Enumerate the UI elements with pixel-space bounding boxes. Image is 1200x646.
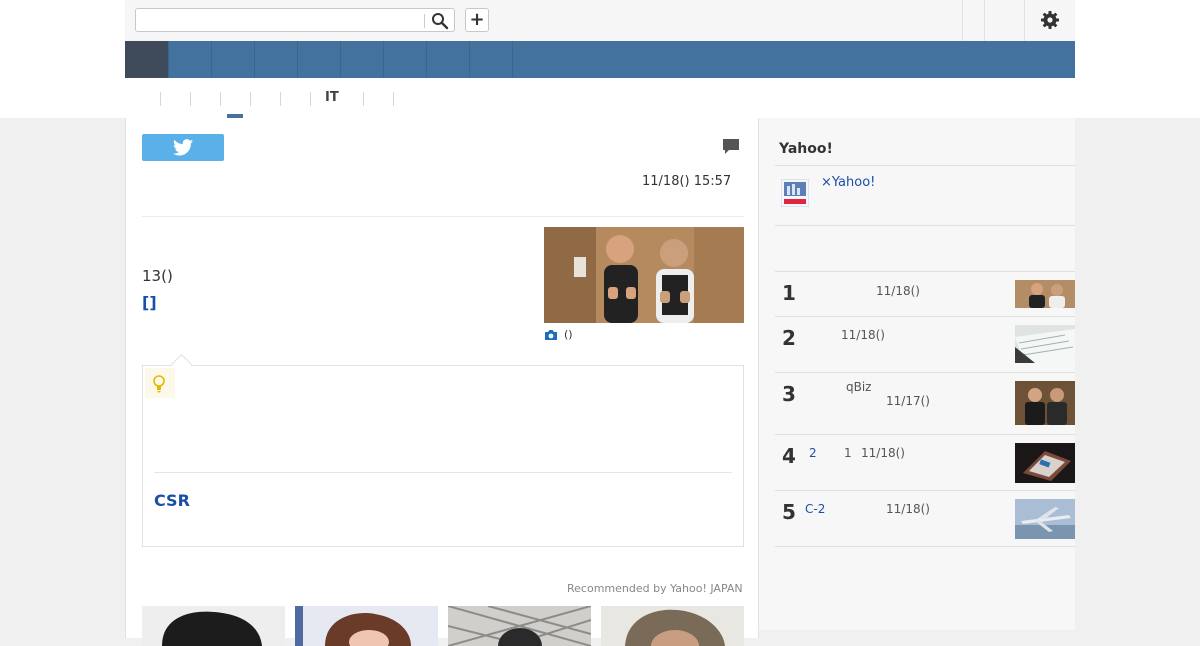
search-input[interactable]: [140, 11, 424, 31]
subnav-divider: [363, 92, 364, 106]
tweet-button[interactable]: [142, 134, 224, 161]
article-date: 11/18() 15:57: [642, 174, 732, 189]
promo-link[interactable]: ×Yahoo!: [821, 175, 875, 190]
ranking-title: 2: [809, 446, 817, 460]
ranking-item[interactable]: 1 11/18(): [775, 271, 1075, 316]
divider: [154, 472, 732, 473]
recommended-thumbnail[interactable]: [142, 606, 285, 646]
camera-icon: [545, 330, 557, 340]
recommended-thumbnail[interactable]: [448, 606, 591, 646]
twitter-icon: [173, 139, 193, 156]
ranking-item[interactable]: 2 11/18(): [775, 316, 1075, 372]
subnav-divider: [220, 92, 221, 106]
ranking-date: 11/18(): [861, 446, 905, 460]
lightbulb-icon: [145, 368, 175, 398]
photo-caption[interactable]: (): [544, 328, 573, 341]
ranking-thumbnail: [1015, 280, 1075, 308]
nav-item-4[interactable]: [254, 41, 298, 78]
divider: [775, 165, 1075, 166]
tip-box: CSR: [142, 365, 744, 547]
ranking-number: 2: [782, 326, 796, 350]
sidebar: Yahoo! ×Yahoo! 1 11/18() 2 11/18() 3 qBi…: [759, 118, 1075, 630]
article-paragraph: 13(): [142, 267, 173, 285]
ranking-number: 3: [782, 382, 796, 406]
recommended-thumbnail[interactable]: [295, 606, 438, 646]
category-nav: [125, 41, 1075, 78]
recommended-label: Recommended by Yahoo! JAPAN: [567, 582, 743, 595]
subnav-divider: [310, 92, 311, 106]
nav-item-2[interactable]: [168, 41, 212, 78]
search-box: [135, 8, 455, 32]
comment-icon[interactable]: [722, 138, 740, 159]
ranking-number: 4: [782, 444, 796, 468]
sub-nav: IT: [125, 78, 1075, 118]
nav-item-5[interactable]: [297, 41, 341, 78]
ranking-item[interactable]: 5 C-2 11/18(): [775, 490, 1075, 546]
recommended-thumbnail[interactable]: [601, 606, 744, 646]
subnav-divider: [250, 92, 251, 106]
ranking-number: 1: [782, 281, 796, 305]
yahoo-app-icon[interactable]: [780, 178, 810, 208]
nav-item-7[interactable]: [383, 41, 427, 78]
article-photo[interactable]: [544, 227, 744, 323]
ranking-number: 5: [782, 500, 796, 524]
nav-item-6[interactable]: [340, 41, 384, 78]
nav-item-3[interactable]: [211, 41, 255, 78]
ranking-thumbnail: [1015, 325, 1075, 363]
ranking-date: 11/18(): [841, 328, 885, 342]
nav-item-9[interactable]: [469, 41, 513, 78]
article-link[interactable]: []: [142, 293, 157, 312]
ranking-thumbnail: [1015, 443, 1075, 483]
ranking-title-suffix: 1: [844, 446, 852, 460]
article-main: 11/18() 15:57 () 13() [] CSR Recommended…: [125, 118, 759, 646]
nav-item-1[interactable]: [125, 41, 169, 78]
search-icon[interactable]: [430, 11, 450, 31]
search-divider: [424, 14, 425, 28]
divider: [775, 546, 1075, 547]
add-button[interactable]: +: [465, 8, 489, 32]
csr-link[interactable]: CSR: [154, 491, 190, 510]
ranking-thumbnail: [1015, 499, 1075, 539]
ranking-title: qBiz: [846, 380, 872, 394]
toolbar-slot-3: [1024, 0, 1025, 41]
sidebar-heading: Yahoo!: [779, 141, 833, 157]
ranking-thumbnail: [1015, 381, 1075, 425]
ranking-title: C-2: [805, 502, 826, 516]
divider: [775, 225, 1075, 226]
subnav-divider: [190, 92, 191, 106]
subnav-divider: [280, 92, 281, 106]
toolbar-slot-2[interactable]: [984, 0, 985, 41]
nav-item-8[interactable]: [426, 41, 470, 78]
top-toolbar: +: [125, 0, 1075, 42]
ranking-item[interactable]: 3 qBiz 11/17(): [775, 372, 1075, 434]
ranking-date: 11/18(): [886, 502, 930, 516]
subnav-item-it[interactable]: IT: [325, 90, 339, 105]
toolbar-slot-1[interactable]: [962, 0, 963, 41]
photo-caption-text: (): [564, 328, 573, 341]
subnav-divider: [393, 92, 394, 106]
ranking-date: 11/17(): [886, 394, 930, 408]
ranking-item[interactable]: 4 2 1 11/18(): [775, 434, 1075, 490]
subnav-divider: [160, 92, 161, 106]
divider: [142, 216, 744, 217]
gear-icon[interactable]: [1040, 10, 1060, 30]
ranking-date: 11/18(): [876, 284, 920, 298]
